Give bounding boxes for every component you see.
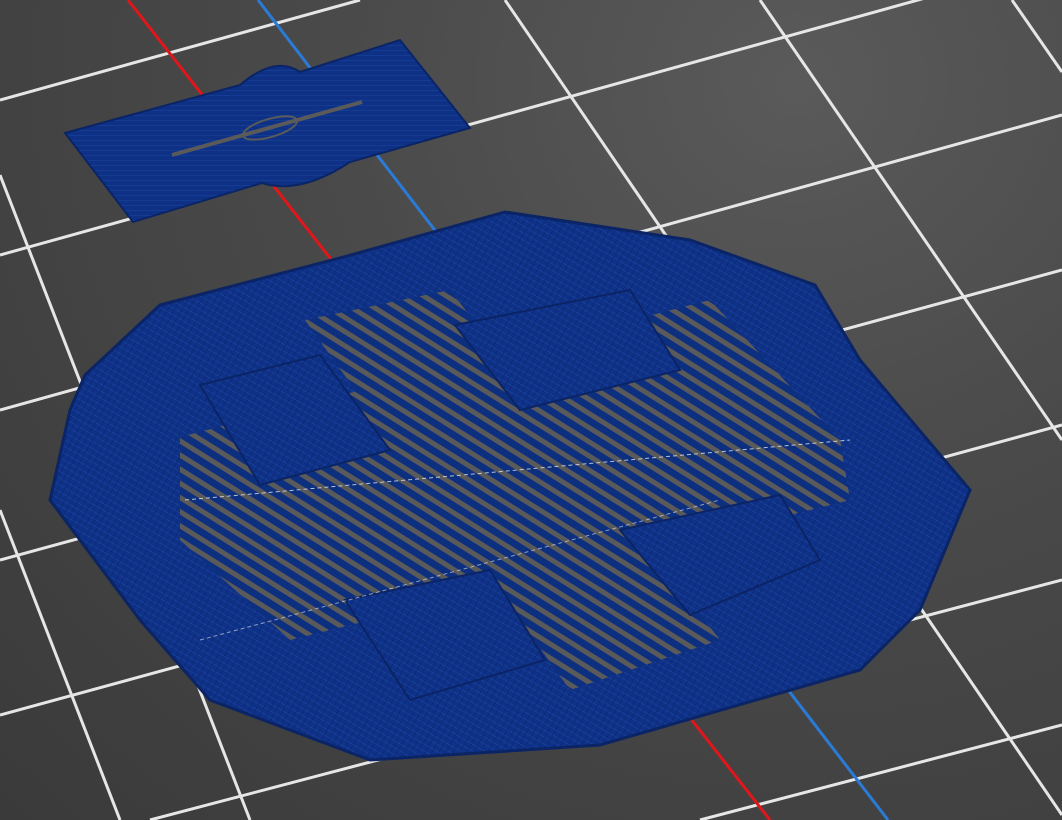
- 3d-viewport[interactable]: [0, 0, 1062, 820]
- scene-canvas[interactable]: [0, 0, 1062, 820]
- cross-shaped-layer[interactable]: [48, 210, 972, 762]
